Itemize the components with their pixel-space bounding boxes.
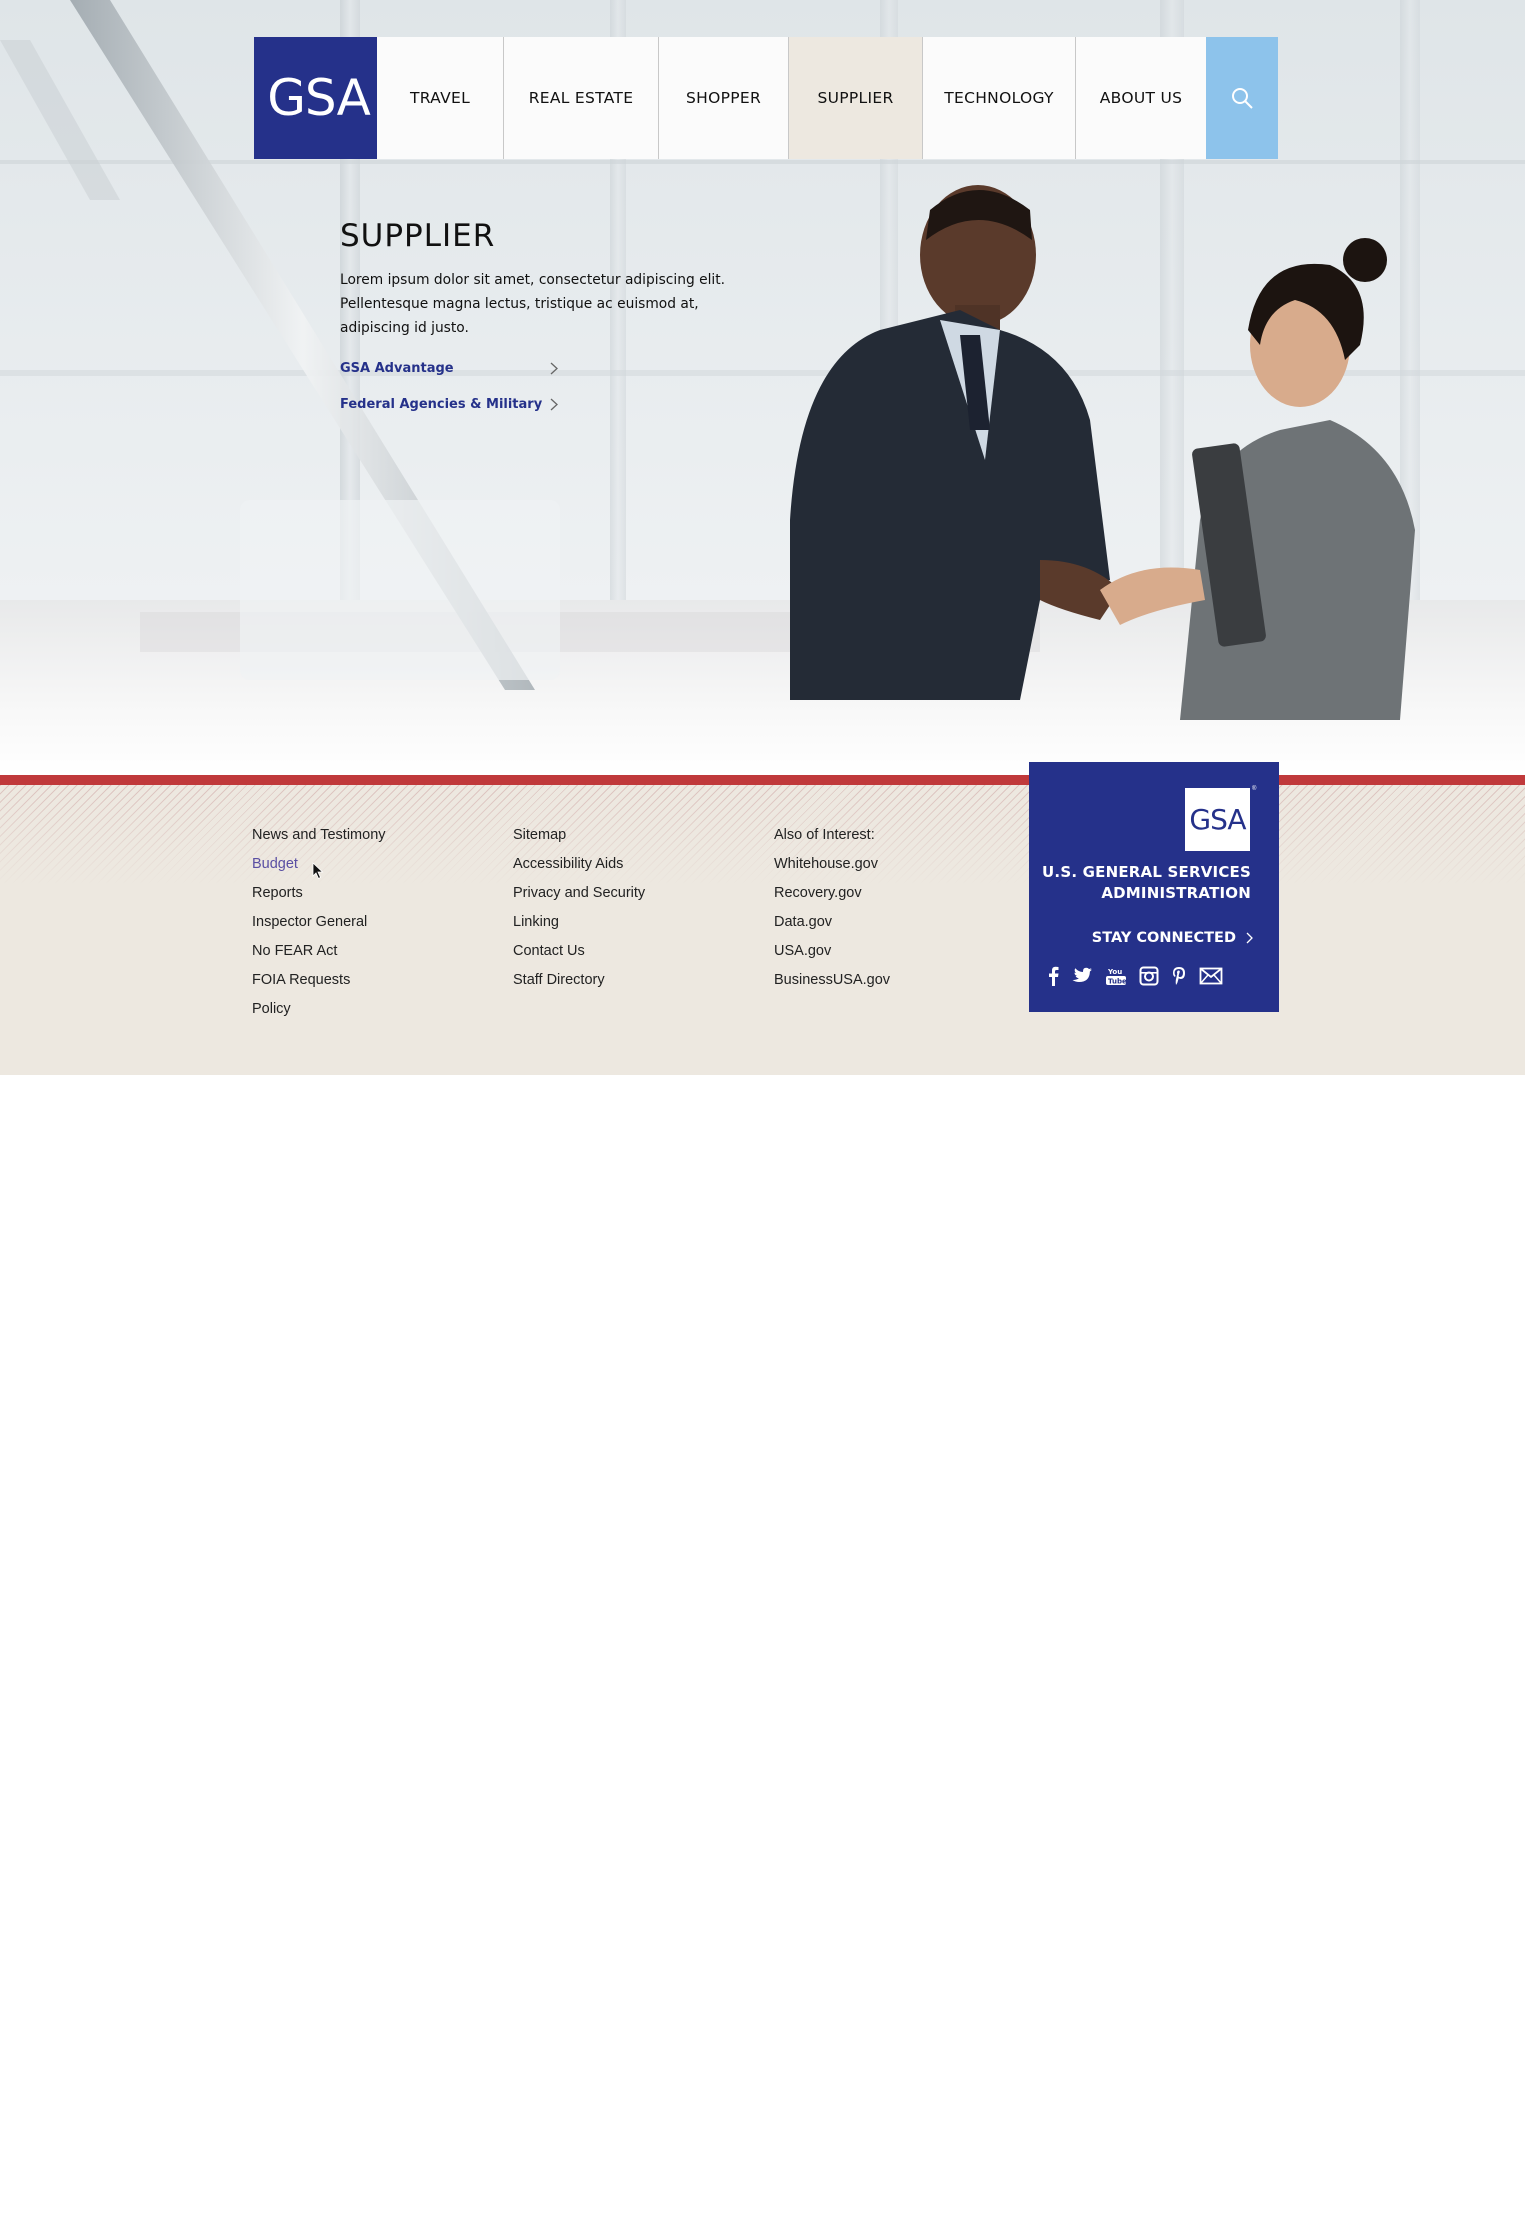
gsa-brand-box: GSA ® U.S. GENERAL SERVICES ADMINISTRATI… xyxy=(1029,762,1279,1012)
nav-shopper[interactable]: SHOPPER xyxy=(659,37,789,159)
footer-link[interactable]: FOIA Requests xyxy=(252,972,386,1001)
footer-link[interactable]: Linking xyxy=(513,914,645,943)
footer-link[interactable]: Staff Directory xyxy=(513,972,645,1001)
footer-link[interactable]: Sitemap xyxy=(513,827,645,856)
nav-travel[interactable]: TRAVEL xyxy=(377,37,504,159)
main-nav: GSA TRAVEL REAL ESTATE SHOPPER SUPPLIER … xyxy=(254,37,1278,159)
link-label: Federal Agencies & Military xyxy=(340,396,543,412)
footer-link[interactable]: Contact Us xyxy=(513,943,645,972)
page-title: SUPPLIER xyxy=(340,218,496,254)
footer-red-bar xyxy=(0,775,1525,785)
search-button[interactable] xyxy=(1206,37,1278,159)
footer-link[interactable]: BusinessUSA.gov xyxy=(774,972,890,1001)
gsa-logo[interactable]: GSA xyxy=(254,37,377,159)
svg-text:You: You xyxy=(1107,968,1122,976)
email-icon[interactable] xyxy=(1199,967,1223,990)
instagram-icon[interactable] xyxy=(1139,966,1159,991)
footer-link[interactable]: Privacy and Security xyxy=(513,885,645,914)
gsa-brand-logo[interactable]: GSA xyxy=(1185,788,1250,851)
pinterest-icon[interactable] xyxy=(1171,966,1187,991)
stay-connected-link[interactable]: STAY CONNECTED xyxy=(1092,930,1253,946)
social-icons: You Tube xyxy=(1047,966,1223,991)
footer-link[interactable]: Reports xyxy=(252,885,386,914)
search-icon xyxy=(1232,88,1253,109)
link-gsa-advantage[interactable]: GSA Advantage xyxy=(340,350,558,386)
twitter-icon[interactable] xyxy=(1071,967,1093,990)
nav-real-estate[interactable]: REAL ESTATE xyxy=(504,37,659,159)
stay-connected-label: STAY CONNECTED xyxy=(1091,930,1236,946)
hero-description: Lorem ipsum dolor sit amet, consectetur … xyxy=(340,272,726,336)
facebook-icon[interactable] xyxy=(1047,966,1059,991)
nav-technology[interactable]: TECHNOLOGY xyxy=(923,37,1076,159)
link-federal-agencies[interactable]: Federal Agencies & Military xyxy=(340,386,558,422)
brand-logo-text: GSA xyxy=(1189,803,1246,836)
registered-mark: ® xyxy=(1252,786,1257,792)
footer-link[interactable]: USA.gov xyxy=(774,943,890,972)
mouse-cursor-icon xyxy=(312,862,324,880)
logo-text: GSA xyxy=(267,69,371,127)
footer-link[interactable]: Inspector General xyxy=(252,914,386,943)
svg-text:Tube: Tube xyxy=(1108,978,1127,986)
agency-name: U.S. GENERAL SERVICES ADMINISTRATION xyxy=(1042,862,1251,904)
footer-stripes xyxy=(0,785,1525,885)
chevron-right-icon xyxy=(1246,932,1253,944)
footer-link[interactable]: Whitehouse.gov xyxy=(774,856,890,885)
nav-supplier[interactable]: SUPPLIER xyxy=(789,37,923,159)
footer-column-3: Also of Interest: Whitehouse.gov Recover… xyxy=(774,827,890,1001)
link-label: GSA Advantage xyxy=(340,360,454,376)
footer-link[interactable]: No FEAR Act xyxy=(252,943,386,972)
agency-name-line1: U.S. GENERAL SERVICES xyxy=(1042,863,1251,881)
footer-heading: Also of Interest: xyxy=(774,827,875,843)
youtube-icon[interactable]: You Tube xyxy=(1105,966,1127,991)
agency-name-line2: ADMINISTRATION xyxy=(1101,884,1251,902)
footer-column-2: Sitemap Accessibility Aids Privacy and S… xyxy=(513,827,645,1001)
footer-link[interactable]: Recovery.gov xyxy=(774,885,890,914)
hero-intro: SUPPLIER Lorem ipsum dolor sit amet, con… xyxy=(340,218,760,422)
footer-link[interactable]: News and Testimony xyxy=(252,827,386,856)
footer-link[interactable]: Accessibility Aids xyxy=(513,856,645,885)
nav-about-us[interactable]: ABOUT US xyxy=(1076,37,1206,159)
footer-column-1: News and Testimony Budget Reports Inspec… xyxy=(252,827,386,1030)
chevron-right-icon xyxy=(550,362,558,374)
footer-link[interactable]: Data.gov xyxy=(774,914,890,943)
footer-link[interactable]: Policy xyxy=(252,1001,386,1030)
footer: News and Testimony Budget Reports Inspec… xyxy=(0,775,1525,1075)
chevron-right-icon xyxy=(550,398,558,410)
